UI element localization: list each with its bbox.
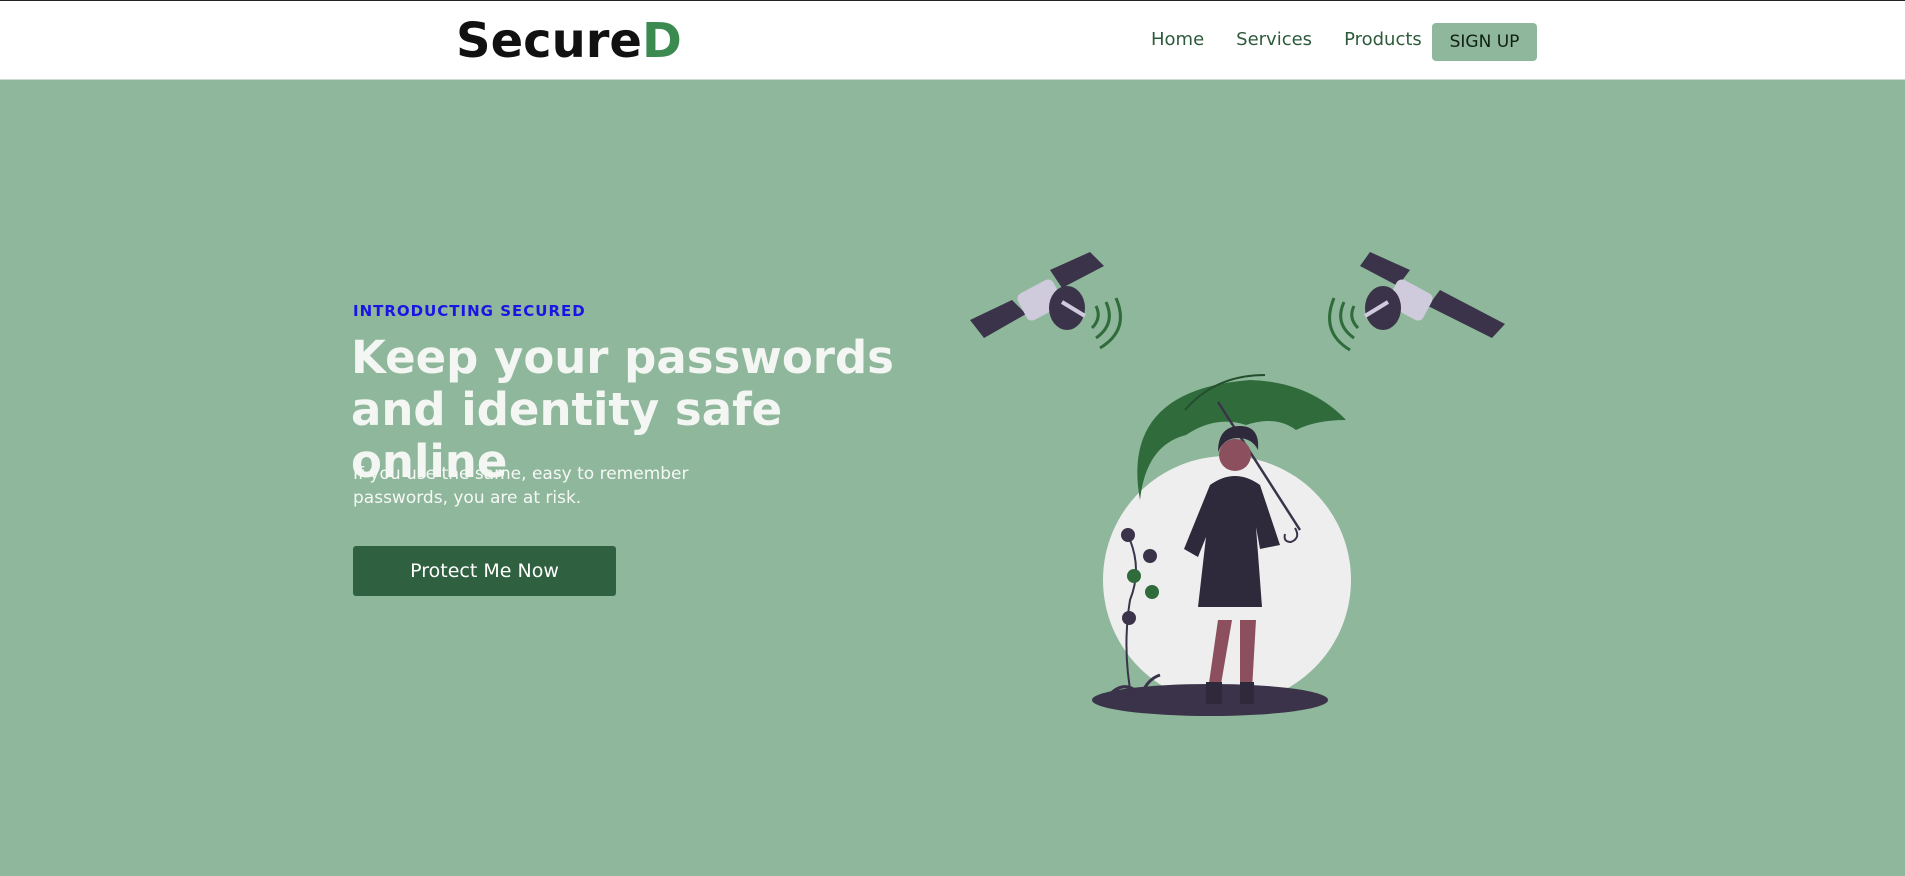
top-navbar: SecureD Home Services Products SIGN UP (0, 0, 1905, 80)
satellite-left-icon (970, 252, 1122, 350)
hero-eyebrow: INTRODUCTING SECURED (353, 302, 586, 320)
brand-name-main: Secure (456, 13, 642, 69)
satellite-right-icon (1328, 252, 1505, 352)
brand-name-accent: D (641, 13, 682, 69)
hero-section: INTRODUCTING SECURED Keep your passwords… (0, 80, 1905, 876)
main-nav: Home Services Products (1151, 29, 1454, 51)
hero-illustration (970, 252, 1505, 716)
protect-me-now-button[interactable]: Protect Me Now (353, 546, 616, 596)
nav-link-services[interactable]: Services (1236, 29, 1312, 51)
nav-link-home[interactable]: Home (1151, 29, 1204, 51)
brand-logo[interactable]: SecureD (456, 13, 682, 69)
hero-subtext: If you use the same, easy to remember pa… (353, 464, 689, 508)
sign-up-button[interactable]: SIGN UP (1432, 23, 1537, 61)
nav-link-products[interactable]: Products (1344, 29, 1422, 51)
